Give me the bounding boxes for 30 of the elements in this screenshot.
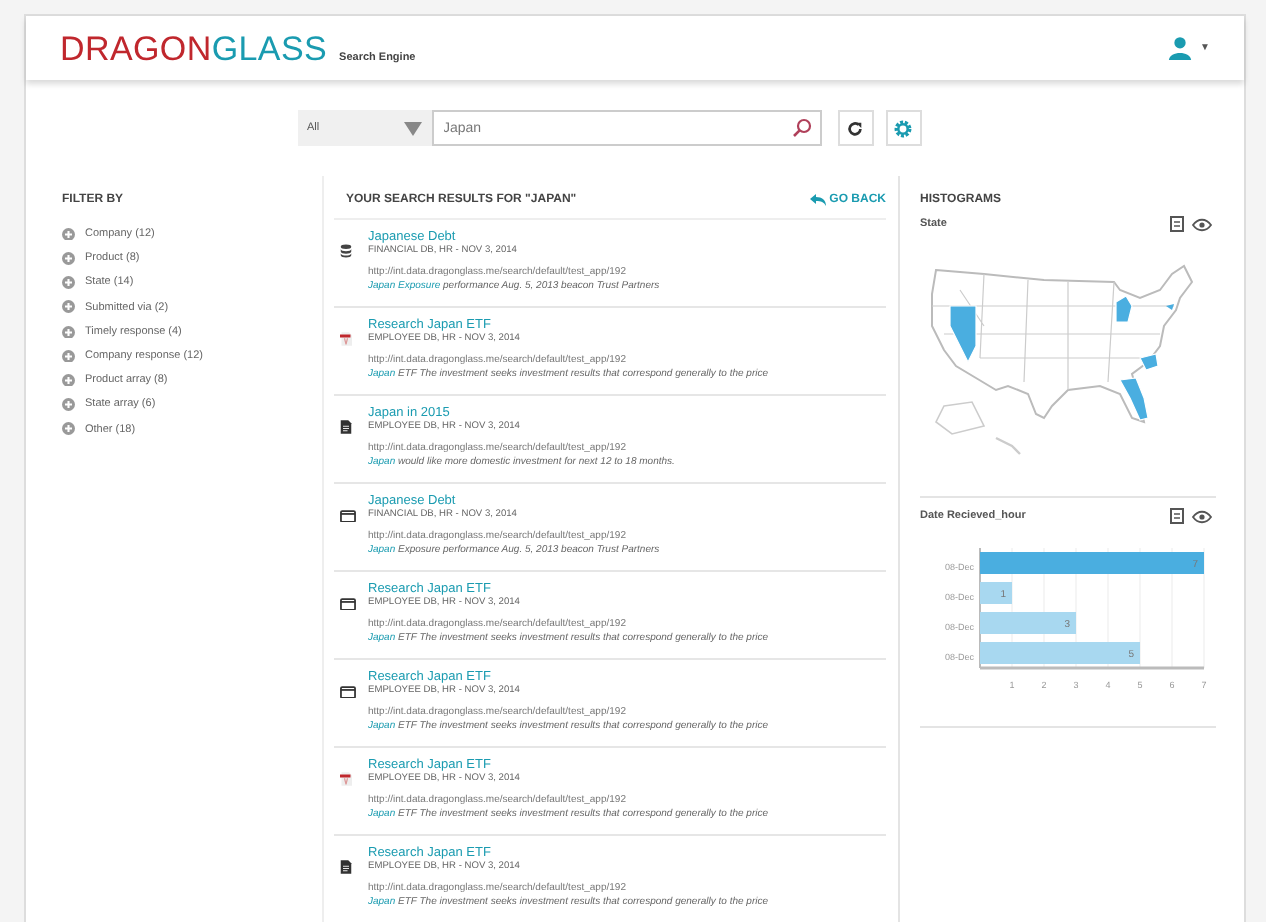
plus-icon[interactable] (62, 373, 75, 387)
logo: DRAGONGLASS (60, 31, 328, 65)
user-icon[interactable] (1168, 36, 1193, 60)
refresh-button[interactable] (837, 110, 873, 146)
refresh-icon[interactable] (846, 119, 864, 137)
window-icon (340, 509, 356, 522)
plus-icon[interactable] (62, 276, 75, 290)
pdf-icon (340, 332, 352, 346)
eye-icon[interactable] (1192, 217, 1212, 231)
plus-icon[interactable] (62, 349, 75, 363)
plus-icon[interactable] (62, 325, 75, 339)
document-icon (340, 420, 352, 434)
settings-button[interactable] (885, 110, 921, 146)
export-icon[interactable] (1170, 216, 1184, 232)
window-icon (340, 597, 356, 610)
window-icon (340, 685, 356, 698)
plus-icon[interactable] (62, 300, 75, 314)
search-icon[interactable] (791, 118, 811, 138)
export-icon[interactable] (1170, 508, 1184, 524)
eye-icon[interactable] (1192, 509, 1212, 523)
database-icon (340, 244, 352, 258)
settings-icon[interactable] (894, 119, 912, 137)
plus-icon[interactable] (62, 227, 75, 241)
plus-icon[interactable] (62, 252, 75, 266)
pdf-icon (340, 772, 352, 786)
plus-icon[interactable] (62, 422, 75, 436)
back-arrow-icon[interactable] (809, 194, 826, 206)
document-icon (340, 860, 352, 874)
dropdown-arrow-icon[interactable] (403, 121, 421, 135)
plus-icon[interactable] (62, 398, 75, 412)
